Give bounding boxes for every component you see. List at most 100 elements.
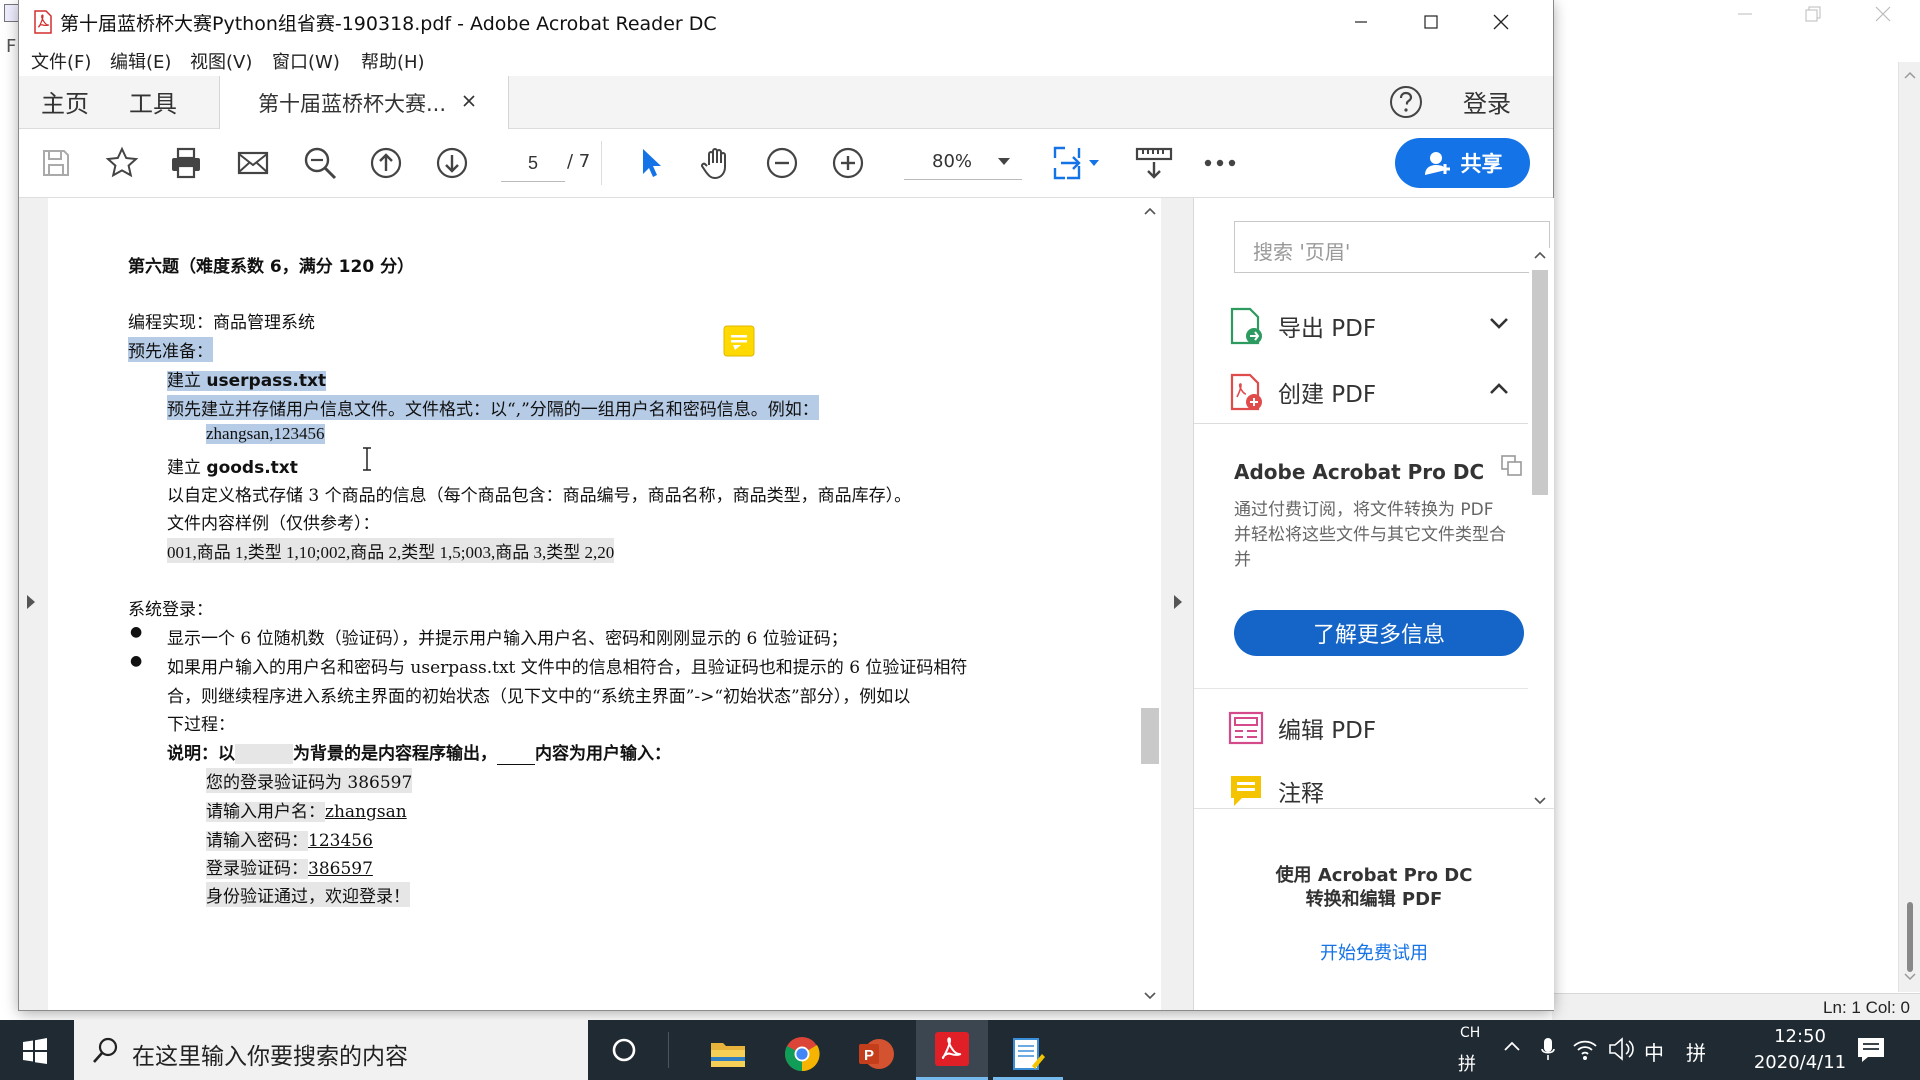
cortana-icon[interactable] bbox=[588, 1024, 660, 1076]
export-pdf-icon bbox=[1230, 307, 1262, 345]
tools-search-input[interactable]: 搜索 '页眉' bbox=[1234, 221, 1550, 273]
menu-file[interactable]: 文件(F) bbox=[31, 48, 91, 74]
acrobat-taskbar-icon[interactable] bbox=[916, 1020, 988, 1080]
doc-line-part: zhangsan bbox=[325, 802, 407, 822]
help-icon[interactable] bbox=[1388, 84, 1424, 120]
ime-mode-indicator[interactable]: 拼 bbox=[1686, 1037, 1706, 1066]
create-pdf-item[interactable]: 创建 PDF bbox=[1228, 367, 1376, 417]
panel-scrollbar[interactable] bbox=[1529, 248, 1551, 808]
fit-page-icon[interactable] bbox=[1049, 143, 1105, 183]
chevron-up-icon[interactable] bbox=[1489, 382, 1509, 396]
pdf-page: 第六题（难度系数 6，满分 120 分） 编程实现：商品管理系统 预先准备： 建… bbox=[48, 198, 1153, 1010]
taskbar-divider bbox=[668, 1032, 669, 1068]
taskbar-search-box[interactable]: 在这里输入你要搜索的内容 bbox=[74, 1020, 588, 1080]
powerpoint-icon[interactable]: P bbox=[840, 1028, 912, 1080]
scroll-mode-icon[interactable] bbox=[1134, 143, 1174, 183]
bg-restore-icon[interactable] bbox=[1803, 4, 1823, 24]
zoom-out-icon[interactable] bbox=[762, 143, 802, 183]
page-total: / 7 bbox=[567, 151, 591, 172]
menu-view[interactable]: 视图(V) bbox=[190, 48, 252, 74]
export-pdf-item[interactable]: 导出 PDF bbox=[1228, 301, 1376, 351]
background-scrollbar[interactable] bbox=[1898, 62, 1920, 992]
doc-line-part: 内容为用户输入： bbox=[535, 744, 671, 764]
comment-note-icon[interactable] bbox=[723, 325, 755, 357]
free-trial-link[interactable]: 开始免费试用 bbox=[1194, 939, 1554, 965]
ime-indicator-bottom[interactable]: 拼 bbox=[1458, 1050, 1476, 1076]
maximize-button[interactable] bbox=[1396, 0, 1466, 44]
zoom-select[interactable]: 80% bbox=[904, 145, 1022, 180]
tab-home[interactable]: 主页 bbox=[41, 84, 89, 119]
select-pointer-icon[interactable] bbox=[631, 143, 671, 183]
login-link[interactable]: 登录 bbox=[1463, 84, 1511, 119]
bg-minimize-icon[interactable] bbox=[1735, 4, 1755, 24]
document-scroll-thumb[interactable] bbox=[1141, 708, 1159, 764]
promo-description: 通过付费订阅，将文件转换为 PDF 并轻松将这些文件与其它文件类型合并 bbox=[1234, 500, 1506, 570]
doc-line-selected: 建立 userpass.txt bbox=[167, 366, 327, 391]
microphone-icon[interactable] bbox=[1540, 1036, 1556, 1062]
more-options-icon[interactable] bbox=[1200, 143, 1240, 183]
promo-title: Adobe Acrobat Pro DC bbox=[1234, 460, 1485, 484]
language-indicator[interactable]: 中 bbox=[1644, 1037, 1664, 1066]
file-explorer-icon[interactable] bbox=[692, 1028, 764, 1080]
doc-line-part: 说明：以 bbox=[167, 744, 235, 764]
minimize-button[interactable] bbox=[1326, 0, 1396, 44]
tab-tools[interactable]: 工具 bbox=[129, 84, 177, 119]
menu-help[interactable]: 帮助(H) bbox=[361, 48, 425, 74]
clock-date[interactable]: 2020/4/11 bbox=[1735, 1052, 1865, 1073]
wifi-icon[interactable] bbox=[1572, 1036, 1598, 1062]
windows-start-icon[interactable] bbox=[22, 1038, 48, 1064]
menu-edit[interactable]: 编辑(E) bbox=[110, 48, 171, 74]
taskbar-search-text: 在这里输入你要搜索的内容 bbox=[132, 1044, 408, 1070]
edit-pdf-icon bbox=[1228, 711, 1264, 745]
export-pdf-label: 导出 PDF bbox=[1278, 316, 1377, 342]
question-heading: 第六题（难度系数 6，满分 120 分） bbox=[128, 257, 415, 277]
zoom-in-icon[interactable] bbox=[828, 143, 868, 183]
example-output-line: 请输入密码：123456 bbox=[206, 826, 373, 851]
tray-expand-icon[interactable] bbox=[1503, 1040, 1521, 1052]
svg-text:P: P bbox=[864, 1047, 874, 1064]
copy-icon[interactable] bbox=[1500, 454, 1524, 478]
volume-icon[interactable] bbox=[1608, 1037, 1634, 1061]
chevron-down-icon[interactable] bbox=[1489, 316, 1509, 330]
zoom-search-icon[interactable] bbox=[300, 143, 340, 183]
scroll-down-icon bbox=[1534, 797, 1546, 805]
comment-item[interactable]: 注释 bbox=[1228, 771, 1324, 811]
doc-line-selected: 预先建立并存储用户信息文件。文件格式：以“,”分隔的一组用户名和密码信息。例如： bbox=[167, 395, 819, 420]
doc-line-part: 登录验证码： bbox=[206, 859, 308, 879]
chevron-down-icon bbox=[998, 158, 1010, 165]
page-number-input[interactable] bbox=[501, 145, 565, 182]
create-pdf-label: 创建 PDF bbox=[1278, 382, 1377, 408]
right-panel-toggle-icon[interactable] bbox=[1172, 593, 1184, 611]
tab-document[interactable]: 第十届蓝桥杯大赛... bbox=[219, 76, 509, 129]
close-button[interactable] bbox=[1466, 0, 1536, 44]
ime-indicator-top[interactable]: CH bbox=[1460, 1025, 1480, 1041]
doc-line: 文件内容样例（仅供参考）： bbox=[167, 514, 380, 534]
hand-tool-icon[interactable] bbox=[697, 143, 737, 183]
notepad-taskbar-icon[interactable] bbox=[992, 1028, 1064, 1080]
save-icon[interactable] bbox=[36, 143, 76, 183]
doc-line: 建立 goods.txt bbox=[167, 453, 298, 478]
chrome-icon[interactable] bbox=[766, 1028, 838, 1080]
document-area: 第六题（难度系数 6，满分 120 分） 编程实现：商品管理系统 预先准备： 建… bbox=[19, 198, 1193, 1010]
background-scroll-thumb[interactable] bbox=[1907, 902, 1913, 972]
edit-pdf-item[interactable]: 编辑 PDF bbox=[1228, 703, 1376, 753]
print-icon[interactable] bbox=[166, 143, 206, 183]
toolbar-divider bbox=[601, 141, 602, 185]
learn-more-button[interactable]: 了解更多信息 bbox=[1234, 610, 1524, 656]
share-button[interactable]: 共享 bbox=[1395, 138, 1530, 188]
example-output-line: 您的登录验证码为 386597 bbox=[206, 768, 413, 793]
previous-page-icon[interactable] bbox=[366, 143, 406, 183]
bookmark-star-icon[interactable] bbox=[102, 143, 142, 183]
doc-line-selected: zhangsan,123456 bbox=[206, 424, 325, 444]
bg-close-icon[interactable] bbox=[1873, 4, 1893, 24]
clock-time[interactable]: 12:50 bbox=[1755, 1026, 1845, 1047]
next-page-icon[interactable] bbox=[432, 143, 472, 183]
email-icon[interactable] bbox=[233, 143, 273, 183]
tab-close-icon[interactable] bbox=[462, 94, 476, 108]
left-panel-toggle-icon[interactable] bbox=[25, 593, 37, 611]
notification-center-icon[interactable] bbox=[1856, 1036, 1886, 1064]
document-scrollbar[interactable] bbox=[1139, 198, 1161, 1010]
panel-scroll-thumb[interactable] bbox=[1532, 270, 1548, 495]
menu-window[interactable]: 窗口(W) bbox=[272, 48, 340, 74]
doc-line: 合，则继续程序进入系统主界面的初始状态（见下文中的“系统主界面”->“初始状态”… bbox=[167, 687, 911, 707]
